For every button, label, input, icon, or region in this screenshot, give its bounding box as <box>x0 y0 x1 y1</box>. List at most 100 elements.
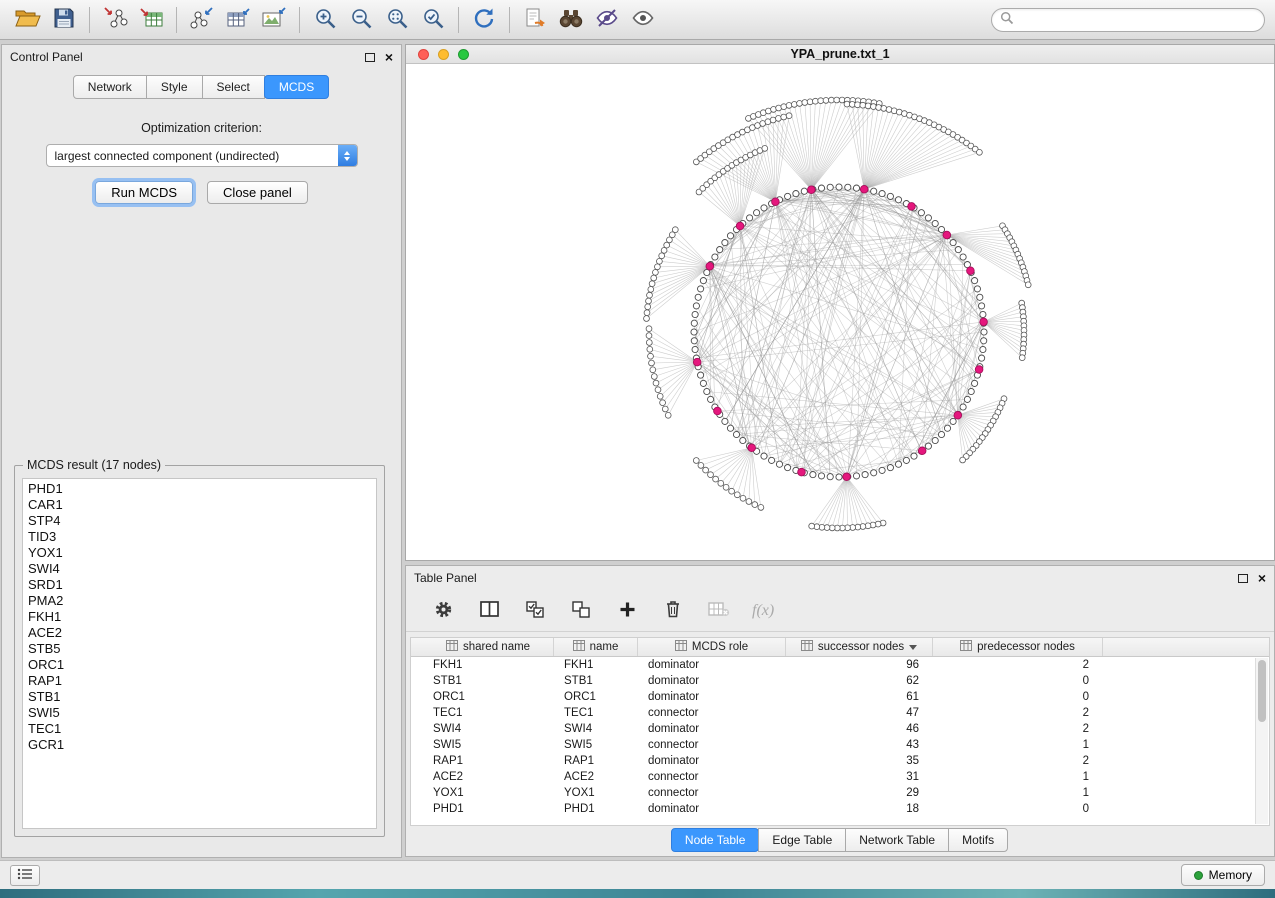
column-header-name[interactable]: name <box>554 638 638 656</box>
mcds-result-item[interactable]: PHD1 <box>28 481 376 497</box>
import-network-button[interactable] <box>97 4 133 36</box>
share-document-button[interactable] <box>517 4 553 36</box>
tab-network-table[interactable]: Network Table <box>845 828 949 852</box>
cell-role[interactable]: connector <box>638 707 786 719</box>
tab-edge-table[interactable]: Edge Table <box>758 828 846 852</box>
cell-name[interactable]: SWI5 <box>554 739 638 751</box>
cell-shared-name[interactable]: STB1 <box>423 675 554 687</box>
table-row[interactable]: SWI5SWI5connector431 <box>423 737 1269 753</box>
delete-table-button[interactable] <box>706 598 732 624</box>
cell-successors[interactable]: 35 <box>786 755 933 767</box>
export-network-button[interactable] <box>184 4 220 36</box>
cell-name[interactable]: RAP1 <box>554 755 638 767</box>
table-row[interactable]: RAP1RAP1dominator352 <box>423 753 1269 769</box>
mcds-result-item[interactable]: STB5 <box>28 641 376 657</box>
table-row[interactable]: SWI4SWI4dominator462 <box>423 721 1269 737</box>
mcds-result-item[interactable]: GCR1 <box>28 737 376 753</box>
mcds-result-item[interactable]: ORC1 <box>28 657 376 673</box>
mcds-result-item[interactable]: RAP1 <box>28 673 376 689</box>
table-scrollbar-thumb[interactable] <box>1258 660 1266 722</box>
cell-predecessors[interactable]: 0 <box>933 803 1103 815</box>
cell-successors[interactable]: 43 <box>786 739 933 751</box>
cell-name[interactable]: SWI4 <box>554 723 638 735</box>
cell-predecessors[interactable]: 2 <box>933 659 1103 671</box>
tab-mcds[interactable]: MCDS <box>264 75 329 99</box>
cell-name[interactable]: STB1 <box>554 675 638 687</box>
cell-name[interactable]: ORC1 <box>554 691 638 703</box>
cell-shared-name[interactable]: ACE2 <box>423 771 554 783</box>
cell-shared-name[interactable]: PHD1 <box>423 803 554 815</box>
mcds-result-item[interactable]: STP4 <box>28 513 376 529</box>
cell-shared-name[interactable]: RAP1 <box>423 755 554 767</box>
table-row[interactable]: YOX1YOX1connector291 <box>423 785 1269 801</box>
cell-shared-name[interactable]: TEC1 <box>423 707 554 719</box>
mcds-result-item[interactable]: SWI4 <box>28 561 376 577</box>
tab-style[interactable]: Style <box>146 75 203 99</box>
table-row[interactable]: PHD1PHD1dominator180 <box>423 801 1269 817</box>
cell-shared-name[interactable]: SWI4 <box>423 723 554 735</box>
search-input[interactable] <box>1014 13 1256 27</box>
cell-name[interactable]: ACE2 <box>554 771 638 783</box>
cell-predecessors[interactable]: 2 <box>933 707 1103 719</box>
mcds-result-item[interactable]: SRD1 <box>28 577 376 593</box>
mcds-result-item[interactable]: PMA2 <box>28 593 376 609</box>
mcds-result-item[interactable]: CAR1 <box>28 497 376 513</box>
control-panel-close-button[interactable]: × <box>385 52 393 62</box>
table-row[interactable]: ORC1ORC1dominator610 <box>423 689 1269 705</box>
cell-predecessors[interactable]: 1 <box>933 739 1103 751</box>
control-panel-float-button[interactable] <box>365 53 375 62</box>
cell-predecessors[interactable]: 2 <box>933 755 1103 767</box>
run-mcds-button[interactable]: Run MCDS <box>95 181 193 204</box>
criterion-select[interactable]: largest connected component (undirected) <box>46 144 358 167</box>
cell-predecessors[interactable]: 1 <box>933 787 1103 799</box>
cell-name[interactable]: YOX1 <box>554 787 638 799</box>
mcds-result-item[interactable]: TEC1 <box>28 721 376 737</box>
cell-predecessors[interactable]: 2 <box>933 723 1103 735</box>
column-header-predecessor-nodes[interactable]: predecessor nodes <box>933 638 1103 656</box>
panel-menu-button[interactable] <box>10 865 40 886</box>
cell-name[interactable]: FKH1 <box>554 659 638 671</box>
cell-role[interactable]: dominator <box>638 755 786 767</box>
mcds-result-item[interactable]: SWI5 <box>28 705 376 721</box>
export-table-button[interactable] <box>220 4 256 36</box>
cell-role[interactable]: connector <box>638 739 786 751</box>
table-scrollbar[interactable] <box>1255 658 1268 824</box>
table-row[interactable]: TEC1TEC1connector472 <box>423 705 1269 721</box>
cell-role[interactable]: connector <box>638 771 786 783</box>
column-header-successor-nodes[interactable]: successor nodes <box>786 638 933 656</box>
memory-button[interactable]: Memory <box>1181 864 1265 886</box>
cell-successors[interactable]: 31 <box>786 771 933 783</box>
cell-shared-name[interactable]: SWI5 <box>423 739 554 751</box>
mcds-result-item[interactable]: TID3 <box>28 529 376 545</box>
cell-predecessors[interactable]: 0 <box>933 691 1103 703</box>
mcds-result-item[interactable]: ACE2 <box>28 625 376 641</box>
function-builder-button[interactable]: f(x) <box>752 602 774 620</box>
table-row[interactable]: FKH1FKH1dominator962 <box>423 657 1269 673</box>
mcds-result-list[interactable]: PHD1CAR1STP4TID3YOX1SWI4SRD1PMA2FKH1ACE2… <box>22 478 377 829</box>
show-column-button[interactable] <box>476 598 502 624</box>
delete-column-button[interactable] <box>660 598 686 624</box>
import-table-button[interactable] <box>133 4 169 36</box>
refresh-layout-button[interactable] <box>466 4 502 36</box>
tab-network[interactable]: Network <box>73 75 147 99</box>
mcds-result-item[interactable]: STB1 <box>28 689 376 705</box>
open-file-button[interactable] <box>10 4 46 36</box>
show-details-button[interactable] <box>625 4 661 36</box>
tab-node-table[interactable]: Node Table <box>671 828 760 852</box>
table-row[interactable]: ACE2ACE2connector311 <box>423 769 1269 785</box>
search-box[interactable] <box>991 8 1265 32</box>
column-header-shared-name[interactable]: shared name <box>423 638 554 656</box>
cell-successors[interactable]: 96 <box>786 659 933 671</box>
mcds-result-item[interactable]: YOX1 <box>28 545 376 561</box>
cell-shared-name[interactable]: ORC1 <box>423 691 554 703</box>
add-column-button[interactable] <box>614 598 640 624</box>
cell-name[interactable]: PHD1 <box>554 803 638 815</box>
export-image-button[interactable] <box>256 4 292 36</box>
cell-predecessors[interactable]: 1 <box>933 771 1103 783</box>
cell-shared-name[interactable]: FKH1 <box>423 659 554 671</box>
zoom-in-button[interactable] <box>307 4 343 36</box>
table-row[interactable]: STB1STB1dominator620 <box>423 673 1269 689</box>
cell-role[interactable]: dominator <box>638 803 786 815</box>
cell-role[interactable]: dominator <box>638 691 786 703</box>
zoom-fit-button[interactable] <box>379 4 415 36</box>
